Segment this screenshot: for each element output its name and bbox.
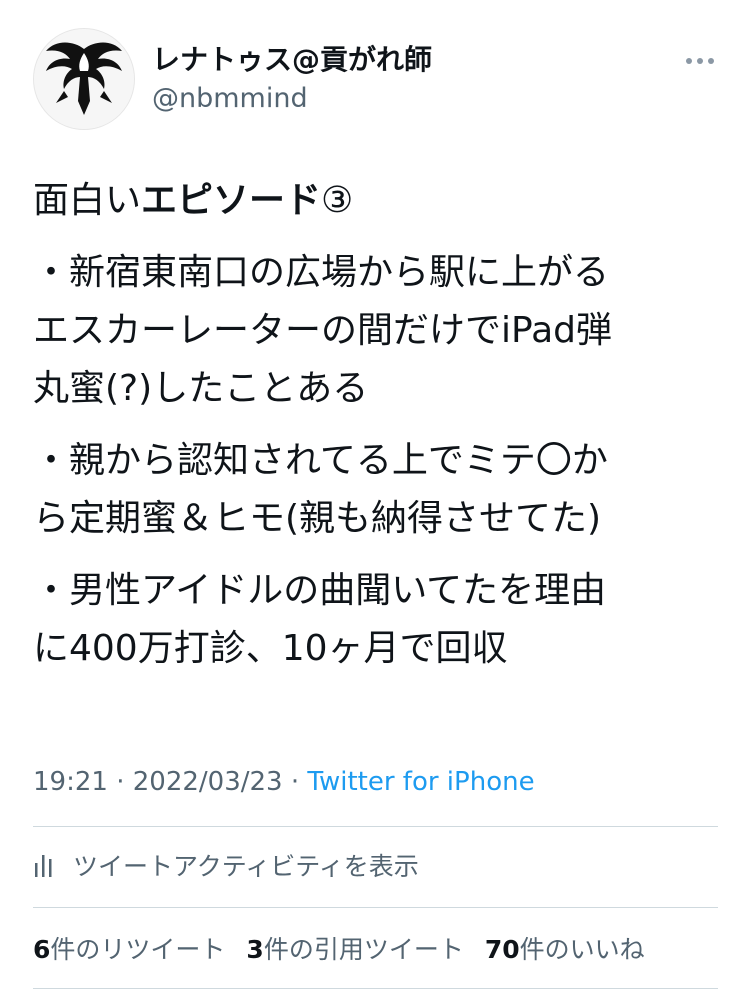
divider [33, 988, 718, 989]
phoenix-logo-icon [34, 29, 134, 129]
display-name[interactable]: レナトゥス@貢がれ師 [152, 42, 432, 78]
tweet-line: に400万打診、10ヶ月で回収 [33, 628, 508, 669]
meta-separator: · [282, 767, 308, 797]
tweet-line: ・新宿東南口の広場から駅に上がる [33, 252, 610, 293]
more-dot-icon [697, 58, 703, 64]
avatar[interactable] [33, 28, 135, 130]
quotes-stat[interactable]: 3件の引用ツイート [246, 930, 463, 966]
tweet-meta: 19:21 · 2022/03/23 · Twitter for iPhone [33, 764, 535, 800]
more-options-button[interactable] [678, 46, 722, 76]
retweets-label: 件のリツイート [50, 935, 226, 964]
user-handle[interactable]: @nbmmind [152, 82, 308, 116]
tweet-date[interactable]: 2022/03/23 [133, 767, 283, 797]
tweet-time[interactable]: 19:21 [33, 767, 108, 797]
likes-count: 70 [484, 935, 520, 964]
likes-label: 件のいいね [519, 935, 645, 964]
more-dot-icon [686, 58, 692, 64]
divider [33, 826, 718, 827]
tweet-line: ・親から認知されてる上でミテ〇か [33, 440, 608, 481]
tweet-title-normal: 面白い [33, 180, 142, 221]
tweet-title-bold: エピソード [141, 180, 322, 221]
activity-label: ツイートアクティビティを表示 [73, 852, 419, 881]
more-dot-icon [708, 58, 714, 64]
bar-chart-icon [35, 855, 52, 877]
retweets-stat[interactable]: 6件のリツイート [33, 930, 225, 966]
quotes-count: 3 [246, 935, 264, 964]
divider [33, 907, 718, 908]
meta-separator: · [107, 767, 133, 797]
retweets-count: 6 [33, 935, 51, 964]
likes-stat[interactable]: 70件のいいね [485, 930, 645, 966]
tweet-line: ら定期蜜＆ヒモ(親も納得させてた) [33, 498, 602, 539]
tweet-text: 面白いエピソード③ ・新宿東南口の広場から駅に上がる エスカーレーターの間だけで… [33, 172, 723, 678]
tweet-line: 丸蜜(?)したことある [33, 368, 369, 409]
tweet-title: 面白いエピソード③ [33, 172, 723, 230]
tweet-line: ・男性アイドルの曲聞いてたを理由 [33, 570, 607, 611]
tweet-line: エスカーレーターの間だけでiPad弾 [33, 310, 613, 351]
view-tweet-activity-button[interactable]: ツイートアクティビティを表示 [33, 843, 419, 887]
quotes-label: 件の引用ツイート [263, 935, 464, 964]
tweet-source-link[interactable]: Twitter for iPhone [307, 767, 534, 797]
tweet-title-suffix: ③ [321, 180, 354, 221]
tweet-stats: 6件のリツイート 3件の引用ツイート 70件のいいね [33, 926, 666, 970]
